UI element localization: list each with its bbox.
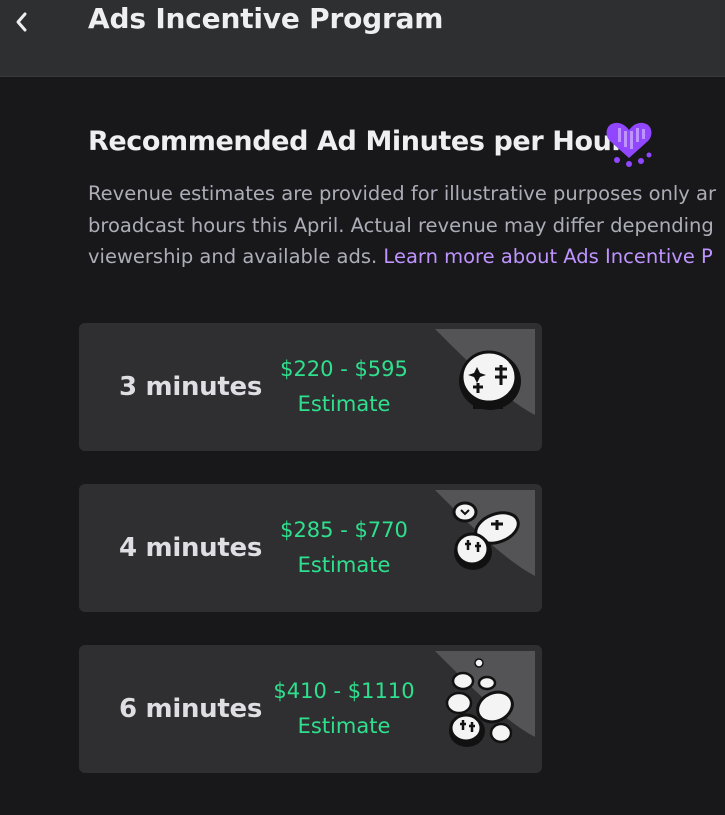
revenue-range: $285 - $770 — [280, 518, 408, 542]
ad-minutes-card-4[interactable]: 4 minutes $285 - $770 Estimate — [79, 484, 542, 612]
description-line-1: Revenue estimates are provided for illus… — [88, 182, 717, 205]
coin-pile-icon — [435, 651, 535, 747]
revenue-range: $220 - $595 — [280, 357, 408, 381]
revenue-estimate: $285 - $770 Estimate — [259, 513, 429, 583]
description-line-3-text: viewership and available ads. — [88, 245, 384, 269]
minutes-label: 6 minutes — [119, 694, 263, 724]
ad-minutes-card-3[interactable]: 3 minutes $220 - $595 Estimate — [79, 323, 542, 451]
description-line-3: viewership and available ads. Learn more… — [88, 241, 725, 273]
estimate-label: Estimate — [297, 714, 391, 738]
minutes-label: 3 minutes — [119, 372, 263, 402]
revenue-estimate: $220 - $595 Estimate — [259, 352, 429, 422]
revenue-description: Revenue estimates are provided for illus… — [88, 178, 725, 273]
revenue-range: $410 - $1110 — [273, 679, 415, 703]
single-coin-icon — [435, 329, 535, 415]
back-button[interactable] — [6, 6, 38, 38]
section-title: Recommended Ad Minutes per Hour — [88, 126, 625, 157]
revenue-estimate: $410 - $1110 Estimate — [259, 674, 429, 744]
chevron-left-icon — [16, 12, 27, 32]
page-title: Ads Incentive Program — [88, 2, 444, 35]
description-line-2: broadcast hours this April. Actual reven… — [88, 213, 714, 237]
minutes-label: 4 minutes — [119, 533, 263, 563]
purple-heart-icon — [606, 122, 652, 167]
top-bar: Ads Incentive Program — [0, 0, 725, 77]
coin-stack-icon — [435, 490, 535, 576]
estimate-label: Estimate — [297, 392, 391, 416]
learn-more-link[interactable]: Learn more about Ads Incentive P — [383, 245, 712, 268]
estimate-label: Estimate — [297, 553, 391, 577]
ad-minutes-card-6[interactable]: 6 minutes $410 - $1110 Estimate — [79, 645, 542, 773]
